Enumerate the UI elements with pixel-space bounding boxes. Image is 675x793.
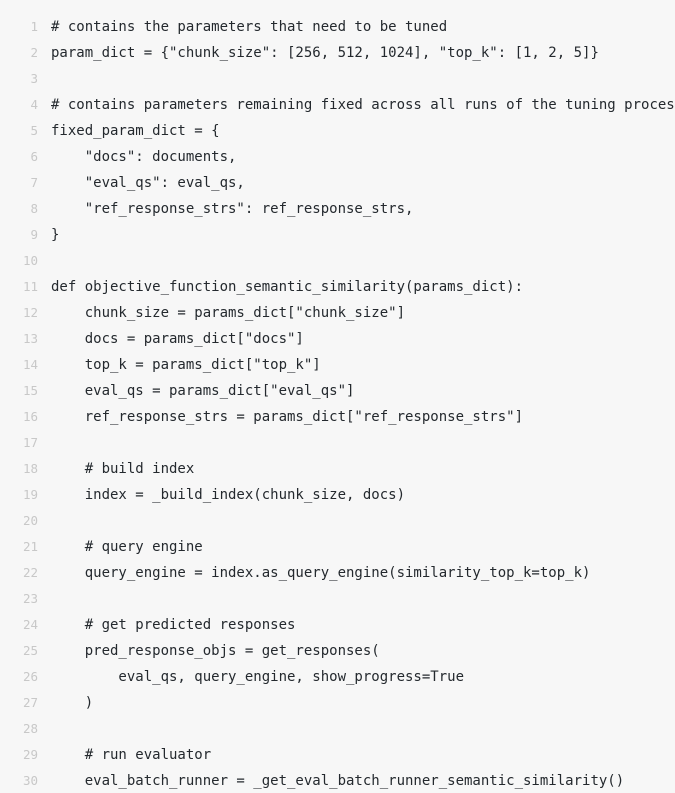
code-line[interactable]: 15 eval_qs = params_dict["eval_qs"] <box>0 378 675 404</box>
code-line[interactable]: 18 # build index <box>0 456 675 482</box>
line-content[interactable]: # contains the parameters that need to b… <box>38 14 675 40</box>
line-number: 13 <box>22 331 38 346</box>
line-number: 29 <box>22 747 38 762</box>
line-content[interactable]: # build index <box>38 456 675 482</box>
line-content[interactable]: chunk_size = params_dict["chunk_size"] <box>38 300 675 326</box>
code-line[interactable]: 24 # get predicted responses <box>0 612 675 638</box>
code-line[interactable]: 9} <box>0 222 675 248</box>
code-block[interactable]: 1 # contains the parameters that need to … <box>0 0 675 793</box>
line-content[interactable]: # get predicted responses <box>38 612 675 638</box>
line-number: 5 <box>30 123 38 138</box>
line-number: 26 <box>22 669 38 684</box>
line-number: 16 <box>22 409 38 424</box>
line-content[interactable]: "eval_qs": eval_qs, <box>38 170 675 196</box>
code-line[interactable]: 30 eval_batch_runner = _get_eval_batch_r… <box>0 768 675 793</box>
line-number: 8 <box>30 201 38 216</box>
code-line[interactable]: 12 chunk_size = params_dict["chunk_size"… <box>0 300 675 326</box>
line-content[interactable]: "ref_response_strs": ref_response_strs, <box>38 196 675 222</box>
line-content[interactable]: fixed_param_dict = { <box>38 118 675 144</box>
line-content[interactable]: # run evaluator <box>38 742 675 768</box>
code-line[interactable]: 16 ref_response_strs = params_dict["ref_… <box>0 404 675 430</box>
line-number: 9 <box>30 227 38 242</box>
line-content[interactable]: param_dict = {"chunk_size": [256, 512, 1… <box>38 40 675 66</box>
line-content[interactable]: ref_response_strs = params_dict["ref_res… <box>38 404 675 430</box>
line-number: 3 <box>30 71 38 86</box>
line-number: 12 <box>22 305 38 320</box>
line-number: 19 <box>22 487 38 502</box>
code-line[interactable]: 29 # run evaluator <box>0 742 675 768</box>
code-line[interactable]: 2 param_dict = {"chunk_size": [256, 512, … <box>0 40 675 66</box>
code-line[interactable]: 19 index = _build_index(chunk_size, docs… <box>0 482 675 508</box>
line-number: 23 <box>22 591 38 606</box>
line-number: 4 <box>30 97 38 112</box>
code-line[interactable]: 20 <box>0 508 675 534</box>
line-content[interactable]: ) <box>38 690 675 716</box>
code-line[interactable]: 26 eval_qs, query_engine, show_progress=… <box>0 664 675 690</box>
line-content[interactable]: index = _build_index(chunk_size, docs) <box>38 482 675 508</box>
line-number: 14 <box>22 357 38 372</box>
line-number: 25 <box>22 643 38 658</box>
line-number: 1 <box>30 19 38 34</box>
line-content[interactable]: eval_qs, query_engine, show_progress=Tru… <box>38 664 675 690</box>
code-line[interactable]: 10 <box>0 248 675 274</box>
code-line[interactable]: 7 "eval_qs": eval_qs, <box>0 170 675 196</box>
line-number: 20 <box>22 513 38 528</box>
line-number: 7 <box>30 175 38 190</box>
code-line[interactable]: 11 def objective_function_semantic_simila… <box>0 274 675 300</box>
line-number: 6 <box>30 149 38 164</box>
line-content[interactable]: # contains parameters remaining fixed ac… <box>38 92 675 118</box>
code-line[interactable]: 1 # contains the parameters that need to … <box>0 14 675 40</box>
code-line[interactable]: 28 <box>0 716 675 742</box>
code-line[interactable]: 5 fixed_param_dict = { <box>0 118 675 144</box>
line-content[interactable]: eval_qs = params_dict["eval_qs"] <box>38 378 675 404</box>
code-line[interactable]: 14 top_k = params_dict["top_k"] <box>0 352 675 378</box>
code-line[interactable]: 3 <box>0 66 675 92</box>
code-line[interactable]: 21 # query engine <box>0 534 675 560</box>
line-content[interactable]: docs = params_dict["docs"] <box>38 326 675 352</box>
code-line[interactable]: 17 <box>0 430 675 456</box>
line-number: 30 <box>22 773 38 788</box>
line-number: 21 <box>22 539 38 554</box>
line-content[interactable]: eval_batch_runner = _get_eval_batch_runn… <box>38 768 675 793</box>
code-line[interactable]: 23 <box>0 586 675 612</box>
line-content[interactable]: def objective_function_semantic_similari… <box>38 274 675 300</box>
code-line[interactable]: 8 "ref_response_strs": ref_response_strs… <box>0 196 675 222</box>
line-number: 18 <box>22 461 38 476</box>
line-number: 17 <box>22 435 38 450</box>
line-number: 10 <box>22 253 38 268</box>
line-content[interactable]: pred_response_objs = get_responses( <box>38 638 675 664</box>
line-number: 2 <box>30 45 38 60</box>
code-line[interactable]: 4 # contains parameters remaining fixed a… <box>0 92 675 118</box>
line-content[interactable]: # query engine <box>38 534 675 560</box>
line-content[interactable]: } <box>38 222 675 248</box>
line-content[interactable]: top_k = params_dict["top_k"] <box>38 352 675 378</box>
line-number: 11 <box>22 279 38 294</box>
code-line[interactable]: 13 docs = params_dict["docs"] <box>0 326 675 352</box>
line-content[interactable]: query_engine = index.as_query_engine(sim… <box>38 560 675 586</box>
line-number: 24 <box>22 617 38 632</box>
code-line[interactable]: 27 ) <box>0 690 675 716</box>
line-number: 27 <box>22 695 38 710</box>
line-number: 15 <box>22 383 38 398</box>
code-line[interactable]: 22 query_engine = index.as_query_engine(… <box>0 560 675 586</box>
line-number: 28 <box>22 721 38 736</box>
line-number: 22 <box>22 565 38 580</box>
code-line[interactable]: 25 pred_response_objs = get_responses( <box>0 638 675 664</box>
line-content[interactable]: "docs": documents, <box>38 144 675 170</box>
code-line[interactable]: 6 "docs": documents, <box>0 144 675 170</box>
